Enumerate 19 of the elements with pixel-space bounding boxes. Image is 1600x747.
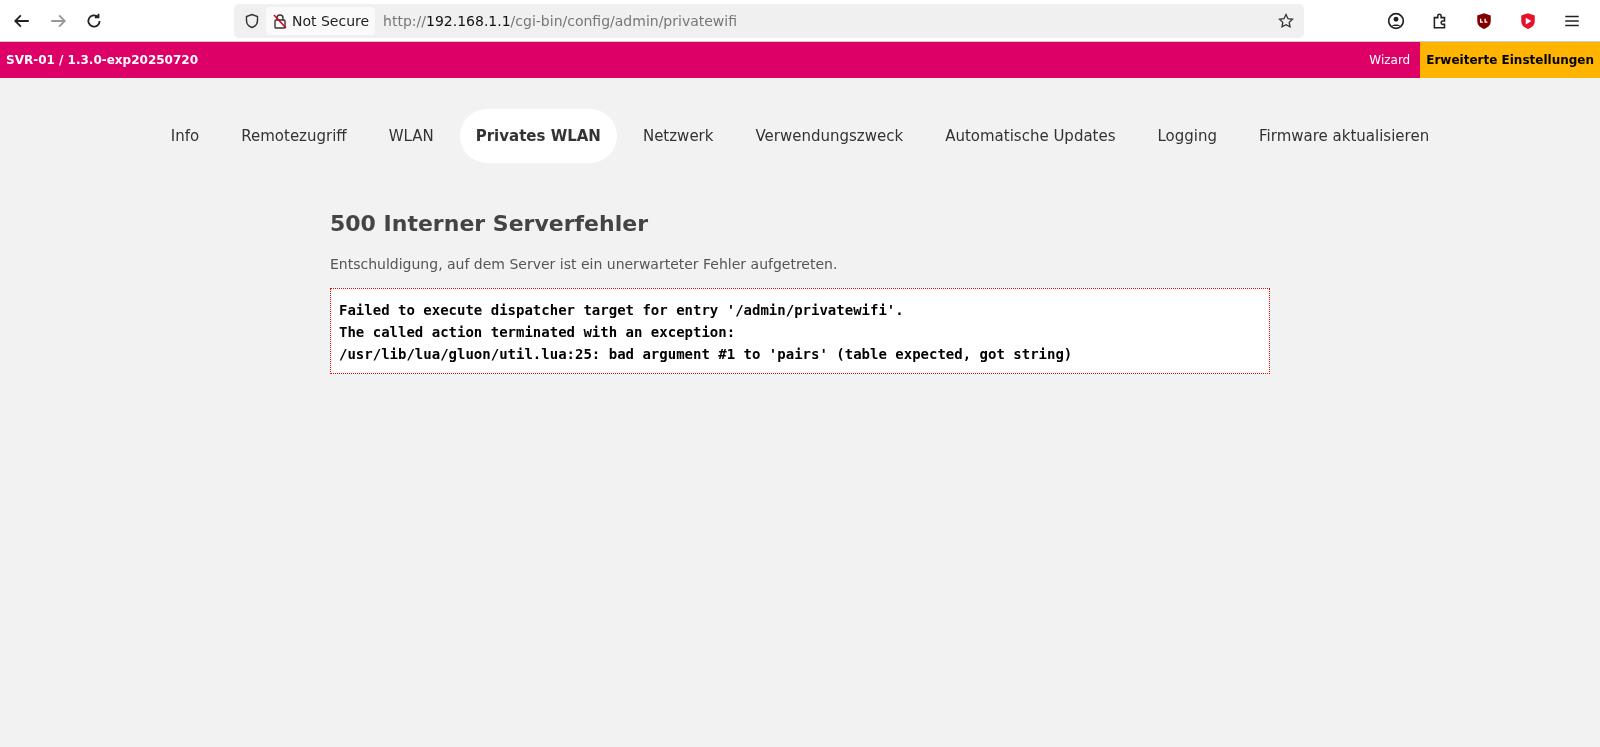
error-detail-line: Failed to execute dispatcher target for entry '/admin/privatewifi'. (339, 301, 905, 320)
nav-tab[interactable]: Info (154, 109, 216, 163)
error-title: 500 Interner Serverfehler (330, 211, 649, 236)
nav-tab[interactable]: Automatische Updates (929, 109, 1132, 163)
error-detail-line: /usr/lib/lua/gluon/util.lua:25: bad argument #1 to 'pairs' (table expected, got string) (339, 345, 1074, 364)
nav-tab[interactable]: Verwendungszweck (739, 109, 920, 163)
error-detail-line: The called action terminated with an exception: (339, 323, 737, 342)
nav-tab[interactable]: WLAN (372, 109, 450, 163)
nav-tab[interactable]: Netzwerk (626, 109, 730, 163)
address-field[interactable]: http://192.168.1.1/cgi-bin/config/admin/privatewifi (377, 12, 1272, 29)
error-message: Entschuldigung, auf dem Server ist ein unerwarteter Fehler aufgetreten. (330, 256, 839, 272)
nav-tab[interactable]: Remotezugriff (225, 109, 363, 163)
header-link[interactable]: Erweiterte Einstellungen (1420, 42, 1600, 78)
header-link[interactable]: Wizard (1359, 42, 1421, 78)
nav-tab[interactable]: Logging (1141, 109, 1234, 163)
nav-tab[interactable]: Privates WLAN (459, 109, 617, 163)
device-title: SVR-01 / 1.3.0-exp20250720 (5, 53, 198, 67)
nav-tab[interactable]: Firmware aktualisieren (1243, 109, 1446, 163)
security-button[interactable]: Not Secure (266, 6, 376, 35)
